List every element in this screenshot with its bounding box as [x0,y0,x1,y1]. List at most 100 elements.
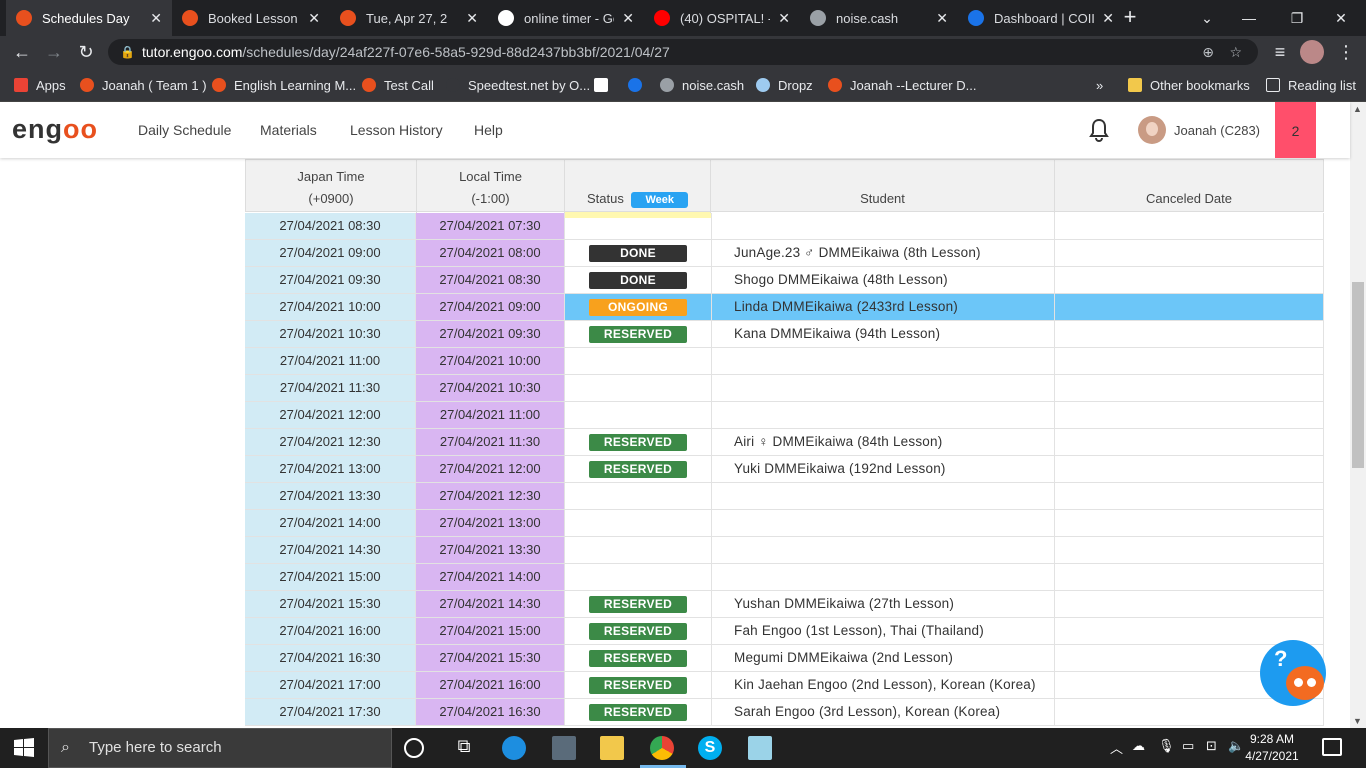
table-row[interactable]: 27/04/2021 12:30 27/04/2021 11:30 RESERVED… [245,429,1324,456]
table-row[interactable]: 27/04/2021 09:30 27/04/2021 08:30 DONE Shog… [245,267,1324,294]
nav-materials[interactable]: Materials [260,122,317,138]
bookmark-star-icon[interactable]: ☆ [1229,39,1242,65]
close-tab-icon[interactable]: ✕ [466,10,478,27]
student-cell[interactable]: Megumi DMMEikaiwa (2nd Lesson) [712,645,1055,671]
taskbar-search-input[interactable]: ⌕ Type here to search [48,728,392,768]
student-cell[interactable]: Yuki DMMEikaiwa (192nd Lesson) [712,456,1055,482]
help-chat-button[interactable]: ? [1260,640,1326,706]
bookmark-item[interactable]: Apps [14,76,66,94]
status-badge[interactable]: RESERVED [589,704,687,721]
nav-help[interactable]: Help [474,122,503,138]
back-icon[interactable]: ← [10,40,34,64]
cortana-icon[interactable] [404,738,424,758]
table-row[interactable]: 27/04/2021 11:00 27/04/2021 10:00 [245,348,1324,375]
microphone-icon[interactable]: 🎙 [1158,738,1175,754]
close-tab-icon[interactable]: ✕ [936,10,948,27]
table-row[interactable]: 27/04/2021 15:00 27/04/2021 14:00 [245,564,1324,591]
other-bookmarks[interactable]: Other bookmarks [1128,76,1250,94]
minimize-button[interactable]: — [1234,6,1264,30]
table-row[interactable]: 27/04/2021 09:00 27/04/2021 08:00 DONE JunA… [245,240,1324,267]
bookmark-item[interactable]: noise.cash [660,76,744,94]
bookmark-item[interactable]: English Learning M... [212,76,356,94]
student-cell[interactable]: Linda DMMEikaiwa (2433rd Lesson) [712,294,1055,320]
bookmark-item[interactable]: Dropz [756,76,813,94]
zoom-icon[interactable]: ⊕ [1202,39,1214,65]
close-tab-icon[interactable]: ✕ [1102,10,1114,27]
browser-menu-icon[interactable]: ⋮ [1334,40,1358,64]
page-scrollbar[interactable]: ▲ ▼ [1350,102,1366,728]
browser-tab[interactable]: Tue, Apr 27, 2 ✕ [330,0,488,36]
restore-button[interactable]: ❐ [1282,6,1312,30]
status-badge[interactable]: RESERVED [589,650,687,667]
reading-list[interactable]: Reading list [1266,76,1356,94]
table-row[interactable]: 27/04/2021 14:30 27/04/2021 13:30 [245,537,1324,564]
status-badge[interactable]: DONE [589,272,687,289]
tab-search-icon[interactable]: ⌄ [1192,6,1222,30]
table-row[interactable]: 27/04/2021 14:00 27/04/2021 13:00 [245,510,1324,537]
student-cell[interactable]: Yushan DMMEikaiwa (27th Lesson) [712,591,1055,617]
table-row[interactable]: 27/04/2021 11:30 27/04/2021 10:30 [245,375,1324,402]
onedrive-icon[interactable]: ☁ [1132,738,1145,754]
chrome-icon[interactable] [650,736,674,760]
avatar[interactable] [1138,116,1166,144]
status-badge[interactable]: RESERVED [589,596,687,613]
table-row[interactable]: 27/04/2021 17:30 27/04/2021 16:30 RESERVED… [245,699,1324,726]
table-row[interactable]: 27/04/2021 13:00 27/04/2021 12:00 RESERVED… [245,456,1324,483]
student-cell[interactable]: Fah Engoo (1st Lesson), Thai (Thailand) [712,618,1055,644]
status-badge[interactable]: RESERVED [589,326,687,343]
close-tab-icon[interactable]: ✕ [778,10,790,27]
bookmarks-overflow-button[interactable]: » [1096,76,1103,94]
calculator-icon[interactable] [552,736,576,760]
profile-avatar-icon[interactable] [1300,40,1324,64]
table-row[interactable]: 27/04/2021 16:00 27/04/2021 15:00 RESERVED… [245,618,1324,645]
reload-icon[interactable]: ↻ [74,40,98,64]
edge-icon[interactable] [502,736,526,760]
task-view-icon[interactable]: ⧉ [452,736,476,760]
table-row[interactable]: 27/04/2021 12:00 27/04/2021 11:00 [245,402,1324,429]
table-row[interactable]: 27/04/2021 16:30 27/04/2021 15:30 RESERVED… [245,645,1324,672]
network-icon[interactable]: ⊡ [1206,738,1217,754]
table-row[interactable]: 27/04/2021 17:00 27/04/2021 16:00 RESERVED… [245,672,1324,699]
bookmark-item[interactable]: Speedtest.net by O... [446,76,590,94]
taskbar-clock[interactable]: 9:28 AM 4/27/2021 [1240,731,1304,765]
status-badge[interactable]: RESERVED [589,461,687,478]
student-cell[interactable]: Sarah Engoo (3rd Lesson), Korean (Korea) [712,699,1055,725]
bookmark-item[interactable]: Test Call [362,76,434,94]
student-cell[interactable]: Shogo DMMEikaiwa (48th Lesson) [712,267,1055,293]
bookmark-item[interactable] [628,76,650,94]
status-badge[interactable]: DONE [589,245,687,262]
browser-tab[interactable]: noise.cash ✕ [800,0,958,36]
windows-start-icon[interactable] [12,736,36,760]
status-badge[interactable]: RESERVED [589,623,687,640]
student-cell[interactable]: JunAge.23 ♂ DMMEikaiwa (8th Lesson) [712,240,1055,266]
bookmark-item[interactable]: Joanah ( Team 1 ) [80,76,207,94]
status-badge[interactable]: RESERVED [589,677,687,694]
forward-icon[interactable]: → [42,40,66,64]
browser-tab[interactable]: Schedules Day ✕ [6,0,172,36]
show-hidden-icons[interactable]: ︿ [1110,738,1123,757]
engoo-logo[interactable]: engoo [12,114,98,145]
bookmark-item[interactable] [594,76,616,94]
notification-count-badge[interactable]: 2 [1275,102,1316,158]
student-cell[interactable]: Kana DMMEikaiwa (94th Lesson) [712,321,1055,347]
student-cell[interactable]: Airi ♀ DMMEikaiwa (84th Lesson) [712,429,1055,455]
bell-icon[interactable] [1088,118,1110,142]
status-badge[interactable]: ONGOING [589,299,687,316]
close-tab-icon[interactable]: ✕ [622,10,634,27]
browser-tab[interactable]: Booked Lesson ✕ [172,0,330,36]
url-input[interactable]: 🔒 tutor.engoo.com/schedules/day/24af227f… [108,39,1258,65]
nav-daily-schedule[interactable]: Daily Schedule [138,122,231,138]
file-explorer-icon[interactable] [600,736,624,760]
user-name[interactable]: Joanah (C283) [1174,123,1260,138]
bookmark-item[interactable]: Joanah --Lecturer D... [828,76,976,94]
close-tab-icon[interactable]: ✕ [308,10,320,27]
table-row[interactable]: 27/04/2021 13:30 27/04/2021 12:30 [245,483,1324,510]
skype-icon[interactable]: S [698,736,722,760]
student-cell[interactable]: Kin Jaehan Engoo (2nd Lesson), Korean (K… [712,672,1055,698]
table-row[interactable]: 27/04/2021 08:30 27/04/2021 07:30 [245,213,1324,240]
table-row[interactable]: 27/04/2021 10:30 27/04/2021 09:30 RESERVED… [245,321,1324,348]
browser-tab[interactable]: Dashboard | COII ✕ [958,0,1124,36]
battery-icon[interactable]: ▭ [1182,738,1194,754]
notifications-icon[interactable] [1322,738,1342,756]
media-controls-icon[interactable]: ≡ [1268,40,1292,64]
